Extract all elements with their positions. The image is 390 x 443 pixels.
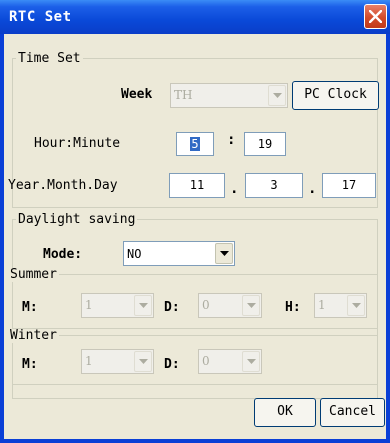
chevron-down-icon xyxy=(247,359,256,364)
close-icon xyxy=(369,10,382,23)
rtc-set-dialog: RTC Set Time Set Week TH PC Clock Hour:M… xyxy=(0,0,390,443)
chevron-down-icon xyxy=(273,93,282,98)
chevron-down-icon xyxy=(247,303,256,308)
close-button[interactable] xyxy=(364,4,387,29)
summer-day-label: D: xyxy=(164,300,180,315)
month-day-separator: . xyxy=(308,181,317,197)
year-input[interactable]: 11 xyxy=(169,173,225,198)
year-month-day-label: Year.Month.Day xyxy=(8,178,118,193)
hour-input[interactable]: 5 xyxy=(176,132,214,156)
summer-day-select[interactable]: 0 xyxy=(198,293,262,318)
week-dropdown-arrow xyxy=(268,85,286,106)
hour-value: 5 xyxy=(190,137,200,151)
summer-month-select[interactable]: 1 xyxy=(81,293,154,318)
winter-group-label: Winter xyxy=(10,328,59,343)
dialog-body: Time Set Week TH PC Clock Hour:Minute 5 … xyxy=(4,34,386,439)
winter-month-dropdown-arrow xyxy=(134,351,152,372)
chevron-down-icon xyxy=(220,251,229,256)
summer-hour-value: 1 xyxy=(318,298,326,312)
day-input[interactable]: 17 xyxy=(322,173,376,198)
winter-day-dropdown-arrow xyxy=(242,351,260,372)
summer-hour-dropdown-arrow xyxy=(347,295,365,316)
cancel-button[interactable]: Cancel xyxy=(320,398,385,427)
mode-select[interactable]: NO xyxy=(123,241,235,266)
chevron-down-icon xyxy=(139,303,148,308)
ok-button[interactable]: OK xyxy=(254,398,316,427)
summer-month-dropdown-arrow xyxy=(134,295,152,316)
winter-day-label: D: xyxy=(164,357,180,372)
winter-month-value: 1 xyxy=(85,354,93,368)
year-month-separator: . xyxy=(230,181,239,197)
hour-minute-label: Hour:Minute xyxy=(34,136,121,151)
winter-month-label: M: xyxy=(22,357,38,372)
summer-day-dropdown-arrow xyxy=(242,295,260,316)
winter-day-value: 0 xyxy=(202,354,210,368)
mode-label: Mode: xyxy=(43,247,83,262)
pc-clock-button[interactable]: PC Clock xyxy=(292,81,379,110)
summer-group-label: Summer xyxy=(10,267,59,282)
month-input[interactable]: 3 xyxy=(245,173,303,198)
winter-group xyxy=(12,335,378,385)
week-select-value: TH xyxy=(174,88,193,102)
mode-dropdown-arrow xyxy=(215,243,233,264)
time-set-group-label: Time Set xyxy=(16,51,83,66)
daylight-saving-group-label: Daylight saving xyxy=(16,212,138,227)
title-bar[interactable]: RTC Set xyxy=(0,0,390,34)
winter-month-select[interactable]: 1 xyxy=(81,349,154,374)
week-label: Week xyxy=(121,87,153,102)
summer-hour-label: H: xyxy=(285,300,301,315)
summer-hour-select[interactable]: 1 xyxy=(314,293,367,318)
minute-input[interactable]: 19 xyxy=(244,132,286,156)
summer-month-value: 1 xyxy=(85,298,93,312)
winter-day-select[interactable]: 0 xyxy=(198,349,262,374)
chevron-down-icon xyxy=(139,359,148,364)
mode-select-value: NO xyxy=(127,247,142,261)
summer-month-label: M: xyxy=(22,300,38,315)
hour-minute-separator: : xyxy=(227,132,236,148)
summer-day-value: 0 xyxy=(202,298,210,312)
window-title: RTC Set xyxy=(9,9,72,25)
week-select[interactable]: TH xyxy=(170,83,288,108)
chevron-down-icon xyxy=(352,303,361,308)
